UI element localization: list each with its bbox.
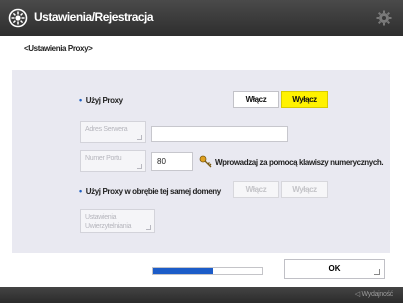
same-domain-on-button[interactable]: Włącz [233, 181, 279, 198]
title-bar: Ustawienia/Rejestracja [0, 0, 403, 36]
port-hint-text: Wprowadzaj za pomocą klawiszy numeryczny… [215, 158, 384, 167]
port-number-button[interactable]: Numer Portu [80, 150, 146, 172]
server-address-field[interactable] [151, 126, 288, 142]
breadcrumb: <Ustawienia Proxy> [24, 44, 93, 53]
proxy-off-button[interactable]: Wyłącz [281, 91, 328, 108]
port-number-value: 80 [157, 157, 166, 166]
port-number-label: Numer Portu [85, 155, 122, 162]
gear-icon[interactable] [375, 9, 393, 27]
chevron-icon [137, 164, 142, 169]
proxy-on-button[interactable]: Włącz [233, 91, 279, 108]
server-address-button[interactable]: Adres Serwera [80, 121, 146, 143]
key-icon [199, 155, 212, 168]
window-title: Ustawienia/Rejestracja [34, 10, 154, 24]
progress-fill [153, 268, 213, 274]
auth-settings-button[interactable]: Ustawienia Uwierzytelniania [80, 209, 155, 233]
ok-button[interactable]: OK [284, 259, 385, 279]
bullet-icon: • [79, 186, 82, 196]
same-domain-label: • Użyj Proxy w obrębie tej samej domeny [79, 186, 221, 196]
chevron-icon [137, 135, 142, 140]
bullet-icon: • [79, 95, 82, 105]
use-proxy-label: • Użyj Proxy [79, 95, 123, 105]
status-bar: ◁ Wydajność [0, 287, 403, 303]
port-number-field[interactable]: 80 [151, 152, 193, 171]
chevron-icon [146, 225, 151, 230]
footer-text[interactable]: ◁ Wydajność [355, 290, 394, 298]
auth-settings-label-1: Ustawienia [85, 214, 117, 221]
server-address-label: Adres Serwera [85, 126, 128, 133]
ok-label: OK [328, 264, 341, 273]
same-domain-off-button[interactable]: Wyłącz [281, 181, 328, 198]
chevron-icon [374, 269, 380, 275]
settings-registration-icon [8, 8, 28, 28]
progress-bar [152, 267, 263, 275]
auth-settings-label-2: Uwierzytelniania [85, 223, 132, 230]
